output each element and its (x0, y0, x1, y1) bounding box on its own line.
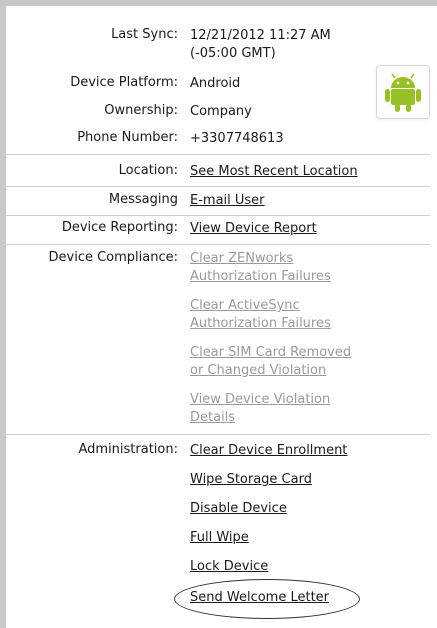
clear-activesync-authorization-failures-link[interactable]: Clear ActiveSync Authorization Failures (190, 297, 331, 333)
highlight-circle (174, 579, 360, 619)
panel-top-border (0, 0, 437, 6)
section-divider (6, 186, 430, 187)
device-compliance-label: Device Compliance: (48, 250, 179, 265)
section-divider (6, 244, 430, 245)
section-divider (6, 154, 430, 155)
panel-left-border (0, 0, 6, 628)
see-most-recent-location-link[interactable]: See Most Recent Location (190, 163, 358, 181)
view-device-violation-details-link[interactable]: View Device Violation Details (190, 391, 330, 427)
section-divider (6, 434, 430, 435)
section-divider (6, 215, 430, 216)
ownership-label: Ownership: (104, 103, 178, 118)
phone-number-value: +3307748613 (190, 131, 284, 146)
android-icon (376, 65, 430, 119)
disable-device-link[interactable]: Disable Device (190, 500, 287, 518)
clear-device-enrollment-link[interactable]: Clear Device Enrollment (190, 442, 347, 460)
view-device-report-link[interactable]: View Device Report (190, 220, 317, 238)
last-sync-label: Last Sync: (111, 27, 178, 42)
administration-label: Administration: (78, 442, 178, 457)
clear-sim-card-removed-violation-link[interactable]: Clear SIM Card Removed or Changed Violat… (190, 344, 351, 380)
device-reporting-label: Device Reporting: (61, 220, 178, 235)
email-user-link[interactable]: E-mail User (190, 192, 265, 210)
device-platform-label: Device Platform: (70, 75, 178, 90)
device-platform-value: Android (190, 76, 241, 91)
full-wipe-link[interactable]: Full Wipe (190, 529, 249, 547)
location-label: Location: (118, 163, 178, 178)
clear-zenworks-authorization-failures-link[interactable]: Clear ZENworks Authorization Failures (190, 250, 331, 286)
ownership-value: Company (190, 104, 252, 119)
messaging-label: Messaging (108, 192, 178, 207)
last-sync-value: 12/21/2012 11:27 AM (-05:00 GMT) (190, 28, 331, 61)
wipe-storage-card-link[interactable]: Wipe Storage Card (190, 471, 312, 489)
phone-number-label: Phone Number: (77, 130, 178, 145)
lock-device-link[interactable]: Lock Device (190, 558, 268, 576)
